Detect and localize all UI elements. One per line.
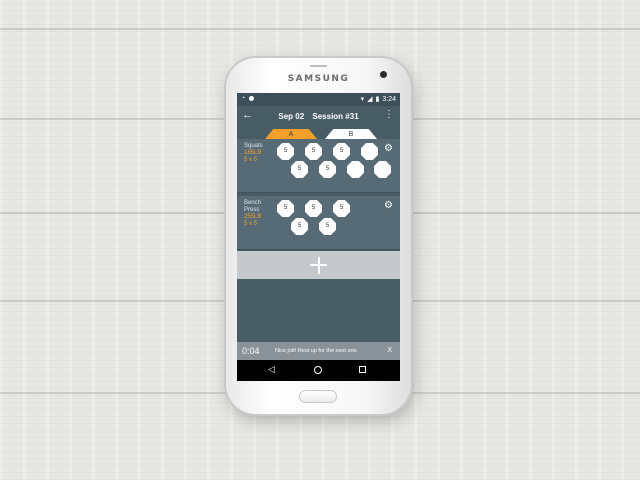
circle-home-icon[interactable] (314, 364, 322, 376)
exercise-name: Squats (244, 143, 263, 149)
exercise-name-line2: Press (244, 207, 260, 213)
set-button-7[interactable] (347, 161, 364, 178)
set-button-3[interactable]: 5 (333, 143, 350, 160)
phone-device: SAMSUNG ◔ ▾ ◢ ▮ 3:24 ← Sep 02 Session #3… (226, 58, 411, 414)
set-button-6[interactable]: 5 (319, 161, 336, 178)
set-button-4[interactable] (361, 143, 378, 160)
rest-timer-value: 0:04 (242, 346, 260, 356)
system-nav-bar: ◁ (237, 360, 400, 381)
session-date: Sep 02 (278, 112, 305, 121)
rest-timer-bar: 0:04 Nice job! Rest up for the next one.… (237, 342, 400, 360)
session-number: Session #31 (312, 112, 359, 121)
exercise-card-bench-press: Bench Press 255LB 5 x 5 ⚙ 5 5 5 5 5 (237, 196, 400, 250)
exercise-weight[interactable]: 255LB (244, 214, 261, 221)
exercise-name-line1: Bench (244, 200, 262, 206)
status-bar: ◔ ▾ ◢ ▮ 3:24 (237, 93, 400, 106)
set-button-3[interactable]: 5 (333, 200, 350, 217)
set-button-4[interactable]: 5 (291, 218, 308, 235)
exercise-info: Squats 185LB 5 x 5 (244, 143, 263, 164)
battery-icon: ▮ (375, 96, 380, 103)
signal-icon: ◢ (367, 96, 373, 103)
app-bar: ← Sep 02 Session #31 ⋮ (237, 106, 400, 128)
more-vert-icon[interactable]: ⋮ (384, 109, 394, 120)
status-time: 3:24 (382, 95, 396, 103)
set-button-5[interactable]: 5 (319, 218, 336, 235)
set-button-8[interactable] (374, 161, 391, 178)
exercise-weight[interactable]: 185LB (244, 150, 263, 157)
set-button-2[interactable]: 5 (305, 200, 322, 217)
workout-tabs: A B (237, 128, 400, 139)
tab-b[interactable]: B (325, 129, 377, 139)
exercise-scheme: 5 x 5 (244, 221, 258, 227)
set-button-1[interactable]: 5 (277, 143, 294, 160)
close-timer-button[interactable]: X (387, 347, 392, 354)
set-button-5[interactable]: 5 (291, 161, 308, 178)
phone-sensor (310, 65, 327, 67)
front-camera (380, 71, 387, 78)
gear-icon[interactable]: ⚙ (384, 200, 393, 211)
wifi-icon: ▾ (360, 96, 365, 103)
page-title: Sep 02 Session #31 (237, 112, 400, 121)
exercise-scheme: 5 x 5 (244, 157, 258, 163)
app-screen: ◔ ▾ ◢ ▮ 3:24 ← Sep 02 Session #31 ⋮ A B (237, 93, 400, 381)
set-button-2[interactable]: 5 (305, 143, 322, 160)
alarm-icon: ◔ (241, 95, 246, 102)
tab-a[interactable]: A (265, 129, 317, 139)
add-exercise-button[interactable] (237, 251, 400, 279)
exercise-info: Bench Press 255LB 5 x 5 (244, 200, 261, 228)
square-recent-icon[interactable] (359, 364, 366, 375)
gear-icon[interactable]: ⚙ (384, 143, 393, 154)
phone-home-key[interactable] (299, 390, 337, 403)
nav-back-button[interactable]: ◁ (268, 364, 275, 375)
rest-timer-message: Nice job! Rest up for the next one. (275, 348, 359, 354)
exercise-card-squats: Squats 185LB 5 x 5 ⚙ 5 5 5 5 5 (237, 139, 400, 193)
notification-dot-icon (249, 96, 255, 101)
set-button-1[interactable]: 5 (277, 200, 294, 217)
